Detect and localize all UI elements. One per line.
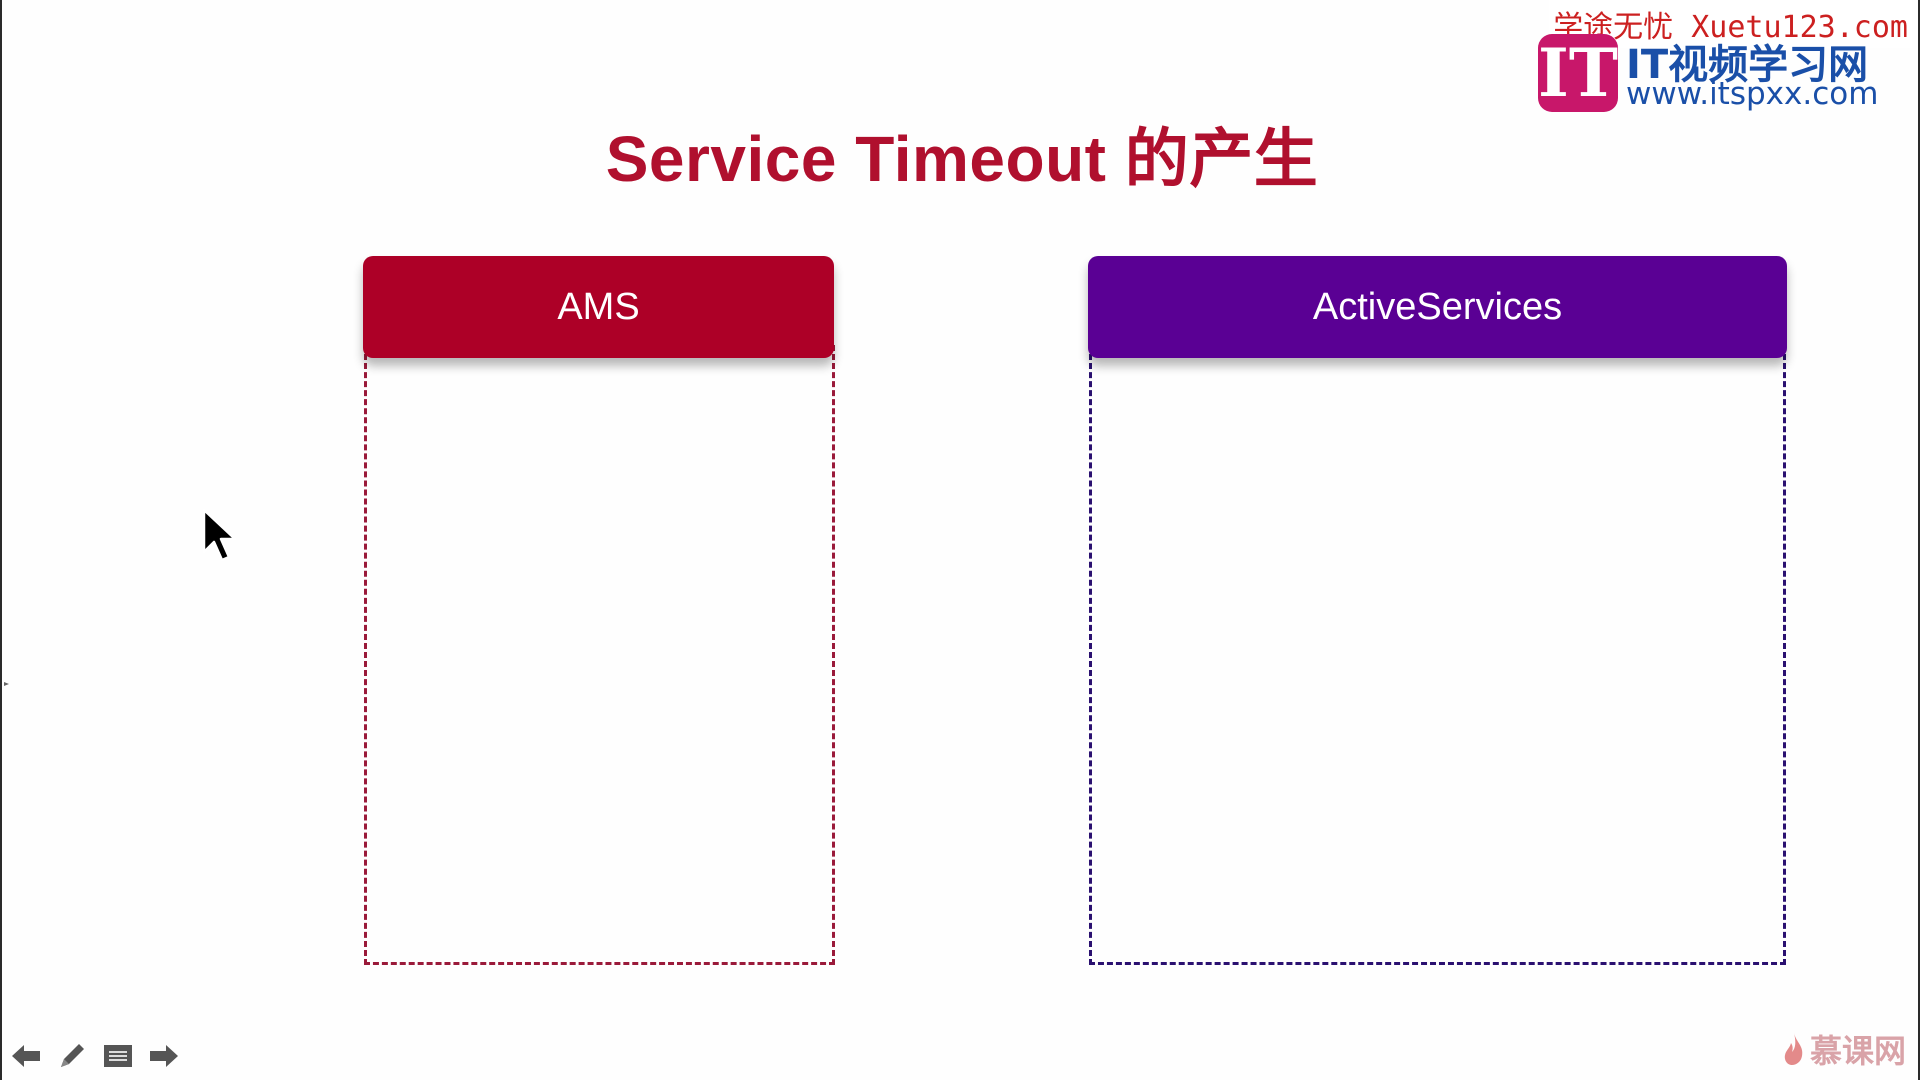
menu-icon[interactable] — [102, 1040, 134, 1072]
mouse-pointer-icon — [202, 508, 237, 562]
slideshow-toolbar — [10, 1040, 180, 1072]
active-services-dashed-container — [1089, 345, 1786, 965]
arrow-right-icon[interactable] — [148, 1040, 180, 1072]
ams-dashed-container — [364, 345, 835, 965]
arrow-left-icon[interactable] — [10, 1040, 42, 1072]
ams-header-box: AMS — [363, 256, 834, 358]
watermark-logo: IT IT视频学习网 www.itspxx.com — [1538, 32, 1908, 114]
active-services-label: ActiveServices — [1312, 285, 1563, 328]
edge-marker-icon — [4, 680, 12, 688]
watermark-logo-url: www.itspxx.com — [1626, 76, 1879, 112]
pen-icon[interactable] — [56, 1040, 88, 1072]
brand-bottom-text: 慕课网 — [1809, 1032, 1906, 1070]
it-logo-letters: IT — [1538, 34, 1618, 112]
it-logo-mark: IT — [1538, 34, 1618, 112]
flame-icon — [1784, 1033, 1803, 1065]
active-services-header-box: ActiveServices — [1088, 256, 1787, 358]
ams-label: AMS — [557, 285, 640, 328]
slide: Service Timeout 的产生 AMS ActiveServices 学… — [0, 0, 1920, 1080]
brand-watermark-bottom: 慕课网 — [1782, 1026, 1906, 1072]
slide-title: Service Timeout 的产生 — [605, 123, 1319, 195]
